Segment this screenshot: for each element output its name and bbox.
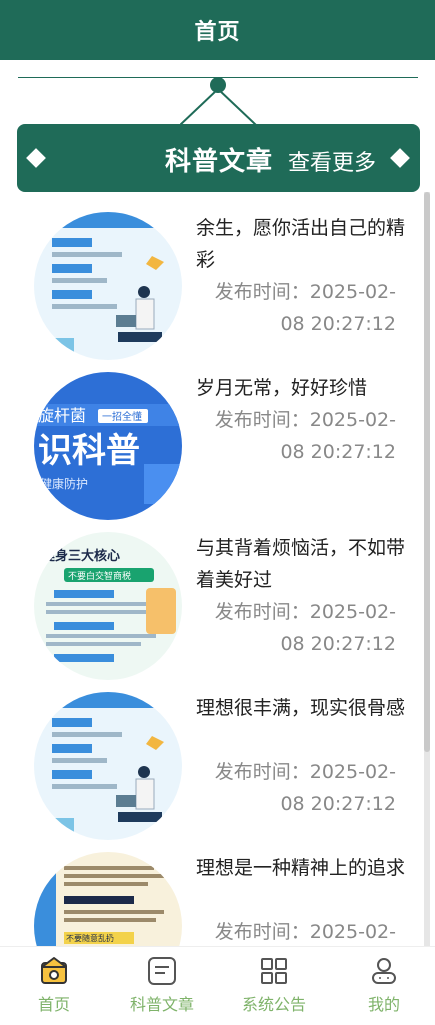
thumb-text: 健康防护 (40, 476, 88, 491)
article-thumbnail[interactable]: 旋杆菌 一招全懂 识科普 健康防护 (34, 372, 182, 520)
article-icon (148, 957, 176, 985)
article-time: 发布时间：2025-02-08 20:27:12 (196, 404, 396, 468)
article-thumbnail[interactable]: 不要随意乱扔 (34, 852, 182, 946)
tab-label: 系统公告 (241, 995, 306, 1014)
thumb-text: 识科普 (38, 431, 140, 471)
decor-triangle (180, 87, 257, 126)
article-title[interactable]: 理想是一种精神上的追求 (196, 852, 410, 884)
article-thumbnail[interactable] (34, 212, 182, 360)
diamond-right-icon (390, 148, 410, 168)
view-more-link[interactable]: 查看更多 (288, 145, 376, 177)
article-time: 发布时间：2025-02-08 20:27:12 (196, 596, 396, 660)
article-title[interactable]: 理想很丰满，现实很骨感 (196, 692, 410, 724)
top-navigation-bar: 首页 (0, 0, 435, 60)
article-time: 发布时间：2025-02-08 20:27:12 (196, 756, 396, 820)
thumb-text: 不要随意乱扔 (66, 933, 114, 943)
bottom-tab-bar: 首页 科普文章 系统公告 我的 (0, 946, 435, 1025)
page-title: 首页 (194, 20, 241, 45)
section-banner: 科普文章 查看更多 (17, 124, 420, 192)
tab-home[interactable]: 首页 (0, 947, 108, 1025)
thumb-text: 旋杆菌 (38, 406, 86, 425)
article-title[interactable]: 余生，愿你活出自己的精彩 (196, 212, 410, 276)
time-label: 发布时间： (214, 761, 310, 783)
thumb-text: 健身三大核心 (42, 548, 120, 564)
tab-label: 我的 (367, 995, 400, 1014)
tab-profile[interactable]: 我的 (330, 947, 435, 1025)
article-item[interactable]: 余生，愿你活出自己的精彩 发布时间：2025-02-08 20:27:12 (20, 192, 420, 360)
time-label: 发布时间： (214, 409, 310, 431)
article-title[interactable]: 岁月无常，好好珍惜 (196, 372, 410, 404)
time-value: 2025-02- (309, 921, 396, 943)
thumb-text: 不要白交智商税 (68, 570, 131, 582)
tab-announcements[interactable]: 系统公告 (220, 947, 328, 1025)
time-label: 发布时间： (214, 281, 310, 303)
tab-label: 首页 (37, 995, 70, 1014)
tab-articles[interactable]: 科普文章 (108, 947, 216, 1025)
home-icon (41, 957, 67, 984)
scrollbar-thumb[interactable] (424, 192, 430, 752)
article-item[interactable]: 健身三大核心 不要白交智商税 与其背着烦恼活，不如带着美好过 发布时间：2025… (20, 512, 420, 680)
thumb-text: 一招全懂 (102, 410, 142, 423)
article-list[interactable]: 余生，愿你活出自己的精彩 发布时间：2025-02-08 20:27:12 旋杆… (20, 192, 430, 946)
grid-icon (261, 958, 287, 984)
article-time: 发布时间：2025-02- (196, 916, 396, 946)
article-thumbnail[interactable]: 健身三大核心 不要白交智商税 (34, 532, 182, 680)
article-item[interactable]: 旋杆菌 一招全懂 识科普 健康防护 岁月无常，好好珍惜 发布时间：2025-02… (20, 352, 420, 520)
article-title[interactable]: 与其背着烦恼活，不如带着美好过 (196, 532, 410, 596)
time-label: 发布时间： (214, 921, 310, 943)
profile-icon (372, 958, 396, 984)
diamond-left-icon (26, 148, 46, 168)
article-item[interactable]: 不要随意乱扔 理想是一种精神上的追求 发布时间：2025-02- (20, 832, 420, 946)
article-time: 发布时间：2025-02-08 20:27:12 (196, 276, 396, 340)
time-label: 发布时间： (214, 601, 310, 623)
article-thumbnail[interactable] (34, 692, 182, 840)
scrollbar-track[interactable] (424, 192, 430, 946)
article-item[interactable]: 理想很丰满，现实很骨感 发布时间：2025-02-08 20:27:12 (20, 672, 420, 840)
section-title: 科普文章 (165, 147, 274, 177)
tab-label: 科普文章 (129, 995, 194, 1014)
